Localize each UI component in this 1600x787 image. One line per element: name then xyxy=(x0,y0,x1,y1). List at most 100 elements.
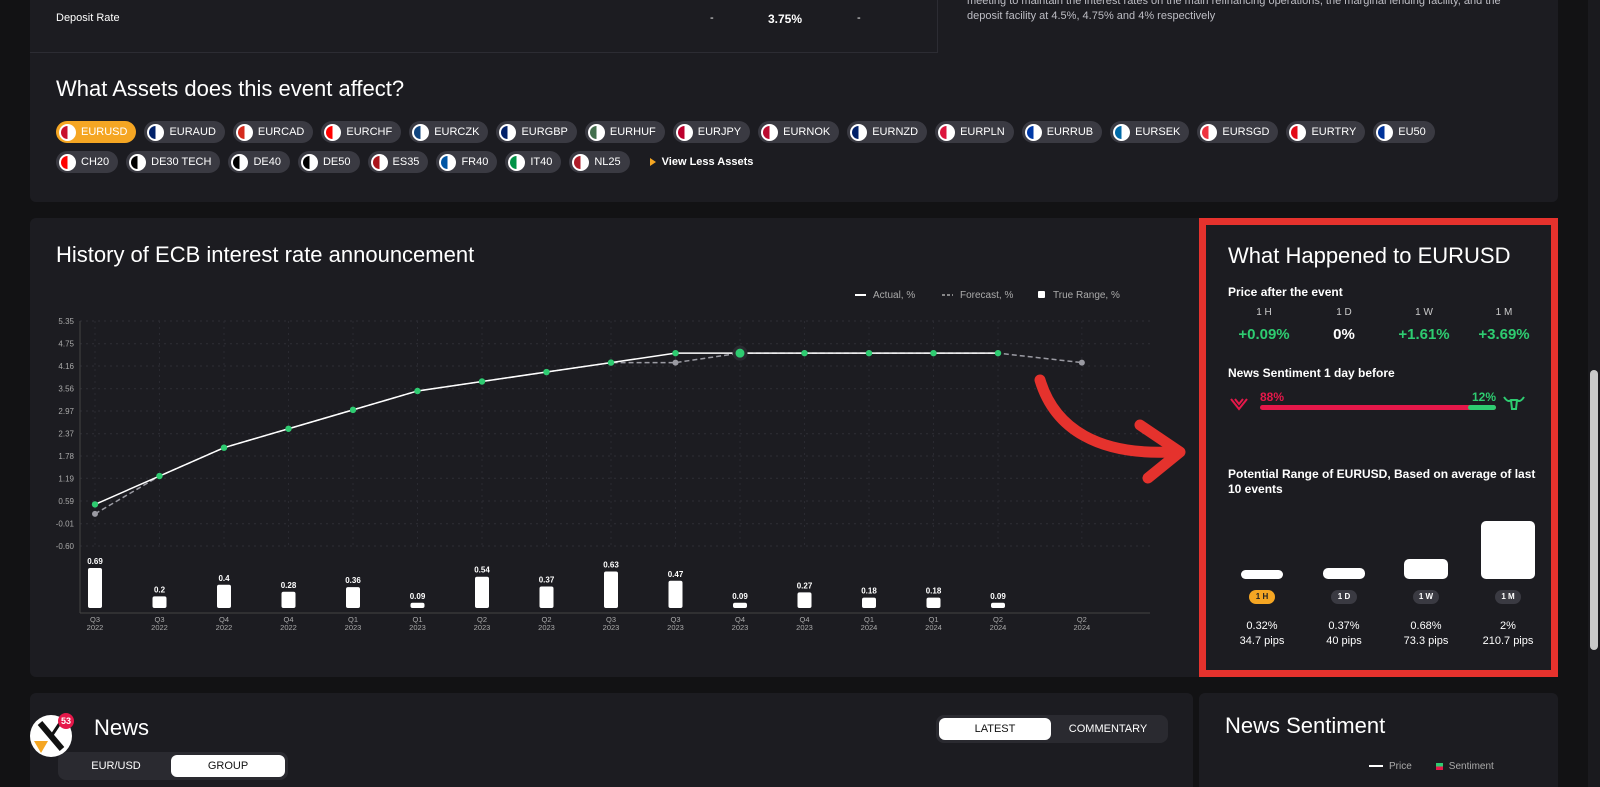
actual-point xyxy=(930,349,937,357)
asset-chip-label: ES35 xyxy=(392,156,420,168)
asset-chip-eurjpy[interactable]: EURJPY xyxy=(672,121,751,143)
asset-chip-eurnok[interactable]: EURNOK xyxy=(758,121,840,143)
asset-chip-eu50[interactable]: EU50 xyxy=(1373,121,1435,143)
y-tick-label: 1.19 xyxy=(58,474,74,483)
asset-chip-it40[interactable]: IT40 xyxy=(505,151,562,173)
flag-icon xyxy=(587,123,605,141)
asset-chip-de30-tech[interactable]: DE30 TECH xyxy=(126,151,221,173)
x-tick-year: 2023 xyxy=(474,623,491,632)
price-period: 1 H xyxy=(1256,307,1272,318)
range-pips: 210.7 pips xyxy=(1482,635,1534,647)
price-line-icon xyxy=(1369,765,1383,768)
rate-forecast: - xyxy=(857,12,861,24)
price-period: 1 M xyxy=(1495,307,1513,318)
actual-point xyxy=(156,472,163,480)
range-pips: 40 pips xyxy=(1326,635,1362,647)
flag-icon xyxy=(1289,123,1307,141)
asset-chip-eurchf[interactable]: EURCHF xyxy=(321,121,402,143)
flag-icon xyxy=(572,153,590,171)
event-details-card: Deposit Rate - 3.75% - meeting to mainta… xyxy=(30,0,1558,202)
price-col-1m: 1 M +3.69% xyxy=(1464,307,1544,343)
range-period-pill[interactable]: 1 W xyxy=(1413,590,1439,604)
actual-point xyxy=(414,387,421,395)
asset-chip-eurrub[interactable]: EURRUB xyxy=(1021,121,1103,143)
asset-chip-eurnzd[interactable]: EURNZD xyxy=(847,121,928,143)
x-tick-year: 2022 xyxy=(151,623,168,632)
sentiment-square-icon xyxy=(1435,762,1443,770)
price-change-value: 0% xyxy=(1333,326,1355,343)
asset-chip-label: EURCZK xyxy=(434,126,480,138)
asset-chip-label: EURCHF xyxy=(346,126,393,138)
asset-chip-label: EURCAD xyxy=(257,126,305,138)
flag-icon xyxy=(850,123,868,141)
bear-icon xyxy=(1230,398,1248,411)
range-bar xyxy=(1322,568,1366,579)
asset-chip-label: IT40 xyxy=(530,156,553,168)
asset-chip-eurpln[interactable]: EURPLN xyxy=(935,121,1014,143)
true-range-bar xyxy=(991,602,1005,608)
asset-chip-label: EURNOK xyxy=(783,126,831,138)
asset-chip-de50[interactable]: DE50 xyxy=(297,151,360,173)
asset-chip-eurgbp[interactable]: EURGBP xyxy=(496,121,577,143)
asset-chip-eursgd[interactable]: EURSGD xyxy=(1197,121,1279,143)
rate-previous: - xyxy=(710,12,714,24)
scrollbar[interactable] xyxy=(1588,0,1600,787)
view-less-assets-link[interactable]: View Less Assets xyxy=(649,156,753,168)
scrollbar-thumb[interactable] xyxy=(1590,370,1598,650)
range-bar xyxy=(1481,521,1535,579)
actual-point xyxy=(607,359,615,366)
true-range-label: 0.2 xyxy=(154,585,166,594)
asset-chip-eursek[interactable]: EURSEK xyxy=(1110,121,1190,143)
asset-chip-label: EURSGD xyxy=(1222,126,1270,138)
filter-eurusd[interactable]: EUR/USD xyxy=(61,755,171,777)
true-range-bar xyxy=(410,602,425,608)
range-bars: 1 H 0.32% 34.7 pips 1 D 0.37% 40 pips 1 W 0.68%… xyxy=(1224,515,1544,655)
triangle-icon xyxy=(649,158,656,166)
tab-commentary[interactable]: COMMENTARY xyxy=(1051,718,1165,740)
filter-group[interactable]: GROUP xyxy=(171,755,285,777)
what-happened-title: What Happened to EURUSD xyxy=(1228,243,1511,268)
flag-icon xyxy=(1024,123,1042,141)
asset-chip-ch20[interactable]: CH20 xyxy=(56,151,119,173)
range-label: 2% 210.7 pips xyxy=(1468,619,1548,649)
tab-latest[interactable]: LATEST xyxy=(939,718,1051,740)
asset-chip-eurcad[interactable]: EURCAD xyxy=(232,121,314,143)
asset-chip-label: EURRUB xyxy=(1046,126,1094,138)
range-period-pill[interactable]: 1 H xyxy=(1249,590,1275,604)
legend-range-label: True Range, % xyxy=(1053,290,1120,301)
asset-chip-eurhuf[interactable]: EURHUF xyxy=(584,121,665,143)
actual-point xyxy=(478,378,486,385)
flag-icon xyxy=(412,123,430,141)
price-change-value: +3.69% xyxy=(1478,326,1530,343)
asset-chip-eurtry[interactable]: EURTRY xyxy=(1286,121,1366,143)
x-tick-year: 2023 xyxy=(603,623,620,632)
price-period: 1 D xyxy=(1336,307,1352,318)
asset-chip-nl25[interactable]: NL25 xyxy=(569,151,630,173)
asset-chip-label: EU50 xyxy=(1398,126,1426,138)
asset-chip-eurczk[interactable]: EURCZK xyxy=(409,121,489,143)
event-description: meeting to maintain the interest rates o… xyxy=(967,0,1501,22)
asset-chip-fr40[interactable]: FR40 xyxy=(436,151,498,173)
flag-icon xyxy=(1376,123,1394,141)
price-change-value: +0.09% xyxy=(1238,326,1290,343)
flag-icon xyxy=(1113,123,1131,141)
true-range-label: 0.36 xyxy=(345,576,361,585)
bearish-pct: 88% xyxy=(1260,390,1285,404)
asset-chip-euraud[interactable]: EURAUD xyxy=(144,121,225,143)
range-period-pill[interactable]: 1 M xyxy=(1495,590,1521,604)
price-after-title: Price after the event xyxy=(1228,285,1343,299)
asset-chip-label: EURGBP xyxy=(521,126,568,138)
asset-chip-es35[interactable]: ES35 xyxy=(367,151,429,173)
legend-actual-label: Actual, % xyxy=(873,290,915,301)
true-range-bar xyxy=(604,571,618,608)
range-bar xyxy=(1240,569,1284,579)
asset-chip-label: FR40 xyxy=(461,156,489,168)
asset-chip-de40[interactable]: DE40 xyxy=(228,151,290,173)
asset-chip-eurusd[interactable]: EURUSD xyxy=(56,121,137,143)
asset-chip-label: EURNZD xyxy=(872,126,919,138)
range-pips: 34.7 pips xyxy=(1239,635,1285,647)
range-period-pill[interactable]: 1 D xyxy=(1331,590,1357,604)
bullish-pct: 12% xyxy=(1472,390,1497,404)
flag-icon xyxy=(235,123,253,141)
range-label: 0.32% 34.7 pips xyxy=(1222,619,1302,649)
